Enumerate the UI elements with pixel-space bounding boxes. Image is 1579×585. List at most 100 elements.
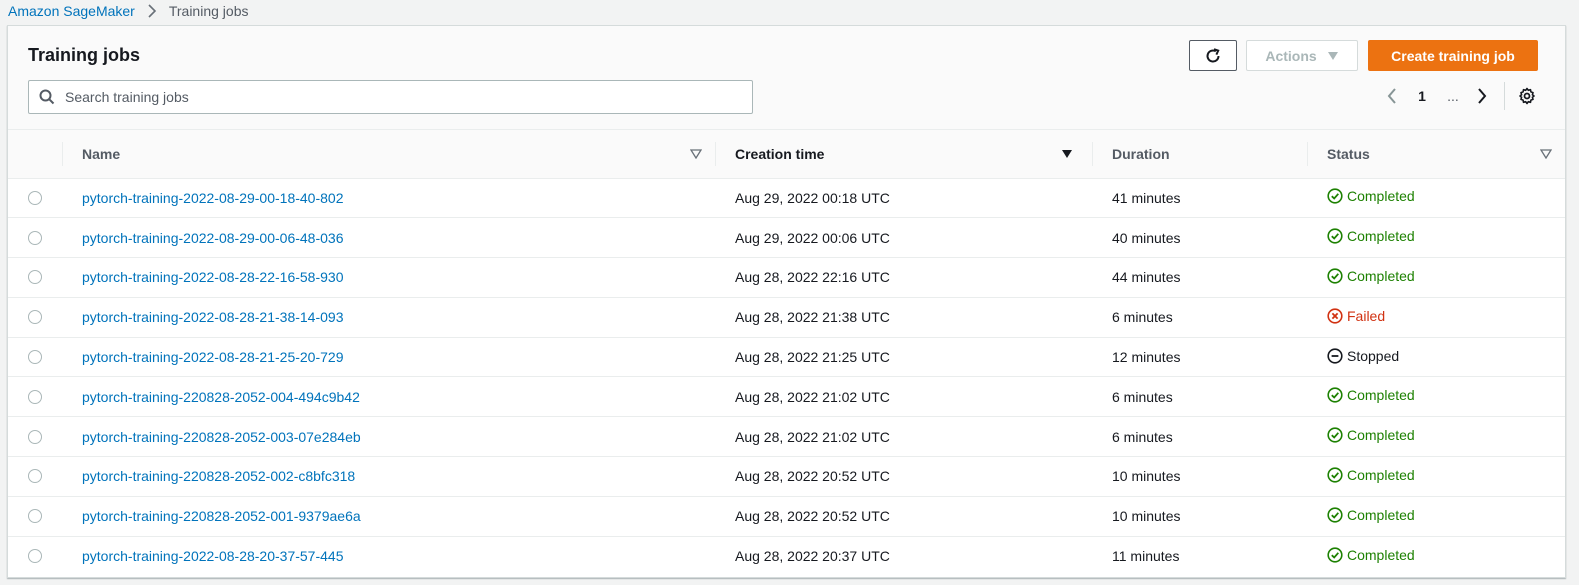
- sort-toggle-icon[interactable]: [689, 147, 703, 161]
- duration-cell: 40 minutes: [1092, 217, 1307, 259]
- row-select-cell: [8, 456, 62, 497]
- job-name-link[interactable]: pytorch-training-2022-08-28-21-25-20-729: [82, 349, 344, 365]
- job-name-link[interactable]: pytorch-training-220828-2052-003-07e284e…: [82, 429, 361, 445]
- duration-cell: 6 minutes: [1092, 376, 1307, 418]
- search-bar: [28, 80, 753, 114]
- duration-text: 10 minutes: [1112, 508, 1181, 525]
- row-radio-button[interactable]: [28, 190, 42, 205]
- status-badge: Completed: [1327, 268, 1415, 284]
- creation-time-cell: Aug 28, 2022 20:37 UTC: [715, 536, 1092, 576]
- creation-time-cell: Aug 29, 2022 00:06 UTC: [715, 217, 1092, 259]
- creation-time-text: Aug 28, 2022 21:25 UTC: [735, 349, 890, 366]
- check-circle-icon: [1327, 387, 1343, 403]
- name-cell: pytorch-training-2022-08-28-22-16-58-930: [62, 257, 715, 298]
- table-row[interactable]: pytorch-training-2022-08-28-21-38-14-093…: [8, 297, 1565, 338]
- row-radio-button[interactable]: [28, 469, 42, 484]
- creation-time-text: Aug 28, 2022 20:52 UTC: [735, 508, 890, 525]
- check-circle-icon: [1327, 427, 1343, 443]
- row-radio-button[interactable]: [28, 509, 42, 524]
- pagination: 1 ...: [1382, 82, 1537, 110]
- status-cell: Completed: [1307, 496, 1565, 537]
- status-badge: Completed: [1327, 467, 1415, 483]
- column-label-creation-time: Creation time: [735, 145, 825, 162]
- sort-descending-icon[interactable]: [1060, 147, 1074, 161]
- job-name-link[interactable]: pytorch-training-2022-08-29-00-06-48-036: [82, 230, 344, 246]
- row-radio-button[interactable]: [28, 350, 42, 365]
- column-header-status[interactable]: Status: [1307, 130, 1565, 179]
- creation-time-cell: Aug 29, 2022 00:18 UTC: [715, 178, 1092, 219]
- job-name-link[interactable]: pytorch-training-220828-2052-004-494c9b4…: [82, 389, 360, 405]
- training-jobs-table: Name Creation time Duration Status pytor…: [8, 130, 1565, 576]
- row-radio-button[interactable]: [28, 549, 42, 564]
- status-cell: Completed: [1307, 416, 1565, 458]
- row-radio-button[interactable]: [28, 270, 42, 285]
- row-radio-button[interactable]: [28, 429, 42, 444]
- panel-header: Training jobs Actions Create training jo…: [8, 26, 1565, 130]
- job-name-link[interactable]: pytorch-training-220828-2052-002-c8bfc31…: [82, 468, 355, 484]
- job-name-link[interactable]: pytorch-training-220828-2052-001-9379ae6…: [82, 508, 361, 524]
- column-label-duration: Duration: [1112, 145, 1170, 162]
- row-radio-button[interactable]: [28, 310, 42, 325]
- row-select-cell: [8, 496, 62, 537]
- job-name-link[interactable]: pytorch-training-2022-08-28-22-16-58-930: [82, 269, 344, 285]
- status-text: Stopped: [1347, 347, 1400, 364]
- duration-cell: 41 minutes: [1092, 178, 1307, 219]
- table-row[interactable]: pytorch-training-2022-08-29-00-06-48-036…: [8, 217, 1565, 259]
- refresh-button[interactable]: [1189, 40, 1237, 71]
- duration-cell: 11 minutes: [1092, 536, 1307, 576]
- search-input[interactable]: [65, 89, 705, 105]
- job-name-link[interactable]: pytorch-training-2022-08-28-21-38-14-093: [82, 309, 344, 325]
- row-select-cell: [8, 257, 62, 298]
- actions-dropdown[interactable]: Actions: [1246, 40, 1358, 71]
- pagination-ellipsis: ...: [1447, 88, 1459, 104]
- check-circle-icon: [1327, 188, 1343, 204]
- table-row[interactable]: pytorch-training-220828-2052-003-07e284e…: [8, 416, 1565, 458]
- status-cell: Completed: [1307, 257, 1565, 298]
- table-row[interactable]: pytorch-training-2022-08-29-00-18-40-802…: [8, 178, 1565, 219]
- duration-text: 40 minutes: [1112, 229, 1181, 246]
- breadcrumb-current: Training jobs: [168, 3, 249, 19]
- job-name-link[interactable]: pytorch-training-2022-08-29-00-18-40-802: [82, 190, 344, 206]
- job-name-link[interactable]: pytorch-training-2022-08-28-20-37-57-445: [82, 548, 344, 564]
- name-cell: pytorch-training-2022-08-28-21-25-20-729: [62, 337, 715, 378]
- column-header-name[interactable]: Name: [62, 130, 715, 179]
- table-row[interactable]: pytorch-training-2022-08-28-21-25-20-729…: [8, 337, 1565, 378]
- column-header-creation-time[interactable]: Creation time: [715, 130, 1092, 179]
- row-radio-button[interactable]: [28, 389, 42, 404]
- creation-time-text: Aug 28, 2022 21:02 UTC: [735, 388, 890, 405]
- duration-text: 11 minutes: [1112, 548, 1180, 565]
- duration-text: 41 minutes: [1112, 189, 1181, 206]
- duration-text: 6 minutes: [1112, 388, 1173, 405]
- actions-label: Actions: [1265, 47, 1317, 64]
- table-row[interactable]: pytorch-training-220828-2052-004-494c9b4…: [8, 376, 1565, 418]
- table-row[interactable]: pytorch-training-220828-2052-001-9379ae6…: [8, 496, 1565, 537]
- name-cell: pytorch-training-2022-08-29-00-18-40-802: [62, 178, 715, 219]
- refresh-icon: [1204, 47, 1222, 65]
- creation-time-cell: Aug 28, 2022 21:25 UTC: [715, 337, 1092, 378]
- table-row[interactable]: pytorch-training-2022-08-28-22-16-58-930…: [8, 257, 1565, 298]
- breadcrumb-link-sagemaker[interactable]: Amazon SageMaker: [8, 3, 135, 19]
- row-radio-button[interactable]: [28, 230, 42, 245]
- duration-cell: 44 minutes: [1092, 257, 1307, 298]
- creation-time-cell: Aug 28, 2022 21:38 UTC: [715, 297, 1092, 338]
- creation-time-cell: Aug 28, 2022 21:02 UTC: [715, 416, 1092, 458]
- name-cell: pytorch-training-220828-2052-003-07e284e…: [62, 416, 715, 458]
- table-row[interactable]: pytorch-training-220828-2052-002-c8bfc31…: [8, 456, 1565, 497]
- table-row[interactable]: pytorch-training-2022-08-28-20-37-57-445…: [8, 536, 1565, 576]
- column-divider: [715, 142, 716, 166]
- creation-time-text: Aug 28, 2022 21:02 UTC: [735, 428, 890, 445]
- status-cell: Completed: [1307, 376, 1565, 418]
- next-page-icon[interactable]: [1464, 88, 1500, 104]
- previous-page-icon[interactable]: [1382, 88, 1402, 104]
- row-select-cell: [8, 217, 62, 259]
- page-number-1[interactable]: 1: [1402, 88, 1442, 104]
- create-training-job-button[interactable]: Create training job: [1368, 40, 1538, 71]
- stopped-circle-icon: [1327, 347, 1343, 364]
- creation-time-cell: Aug 28, 2022 20:52 UTC: [715, 496, 1092, 537]
- status-cell: Completed: [1307, 536, 1565, 576]
- row-select-cell: [8, 416, 62, 458]
- sort-toggle-icon[interactable]: [1539, 147, 1553, 161]
- gear-icon[interactable]: [1517, 87, 1537, 105]
- check-circle-icon: [1327, 268, 1343, 284]
- status-cell: Completed: [1307, 178, 1565, 219]
